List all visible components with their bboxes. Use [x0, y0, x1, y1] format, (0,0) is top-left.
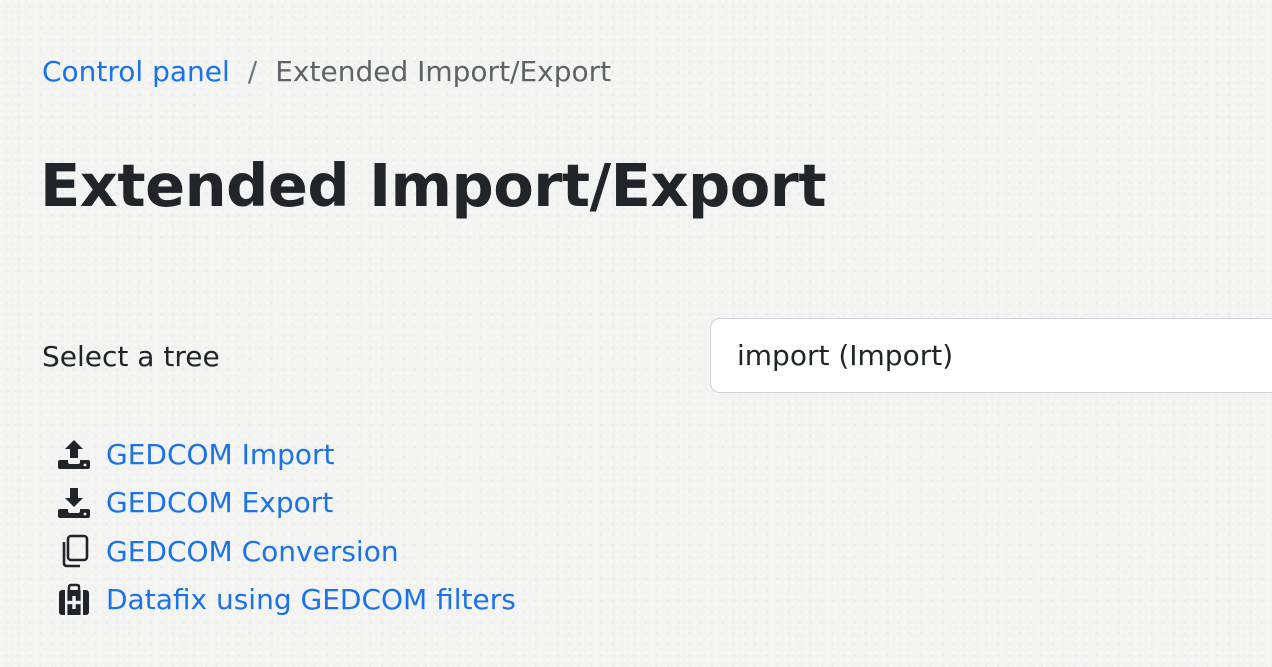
copy-icon — [56, 533, 92, 569]
page-title: Extended Import/Export — [40, 151, 827, 220]
upload-icon — [56, 436, 92, 472]
menu-item-label[interactable]: Datafix using GEDCOM filters — [106, 583, 516, 616]
breadcrumb-current: Extended Import/Export — [275, 54, 612, 88]
tree-select-value: import (Import) — [737, 339, 954, 372]
menu-item-gedcom-export[interactable]: GEDCOM Export — [56, 479, 516, 528]
menu-item-gedcom-conversion[interactable]: GEDCOM Conversion — [56, 527, 516, 576]
action-menu: GEDCOM Import GEDCOM Export GEDCOM Conve… — [56, 430, 516, 624]
menu-item-label[interactable]: GEDCOM Conversion — [106, 535, 399, 568]
menu-item-label[interactable]: GEDCOM Export — [106, 486, 333, 519]
download-icon — [56, 485, 92, 521]
tree-select[interactable]: import (Import) — [710, 318, 1272, 393]
first-aid-kit-icon — [56, 582, 92, 618]
menu-item-label[interactable]: GEDCOM Import — [106, 438, 335, 471]
breadcrumb-control-panel-link[interactable]: Control panel — [42, 55, 230, 88]
menu-item-datafix[interactable]: Datafix using GEDCOM filters — [56, 576, 516, 625]
menu-item-gedcom-import[interactable]: GEDCOM Import — [56, 430, 516, 479]
breadcrumb: Control panel / Extended Import/Export — [42, 50, 611, 92]
tree-select-label: Select a tree — [42, 340, 220, 373]
breadcrumb-separator: / — [247, 54, 258, 88]
